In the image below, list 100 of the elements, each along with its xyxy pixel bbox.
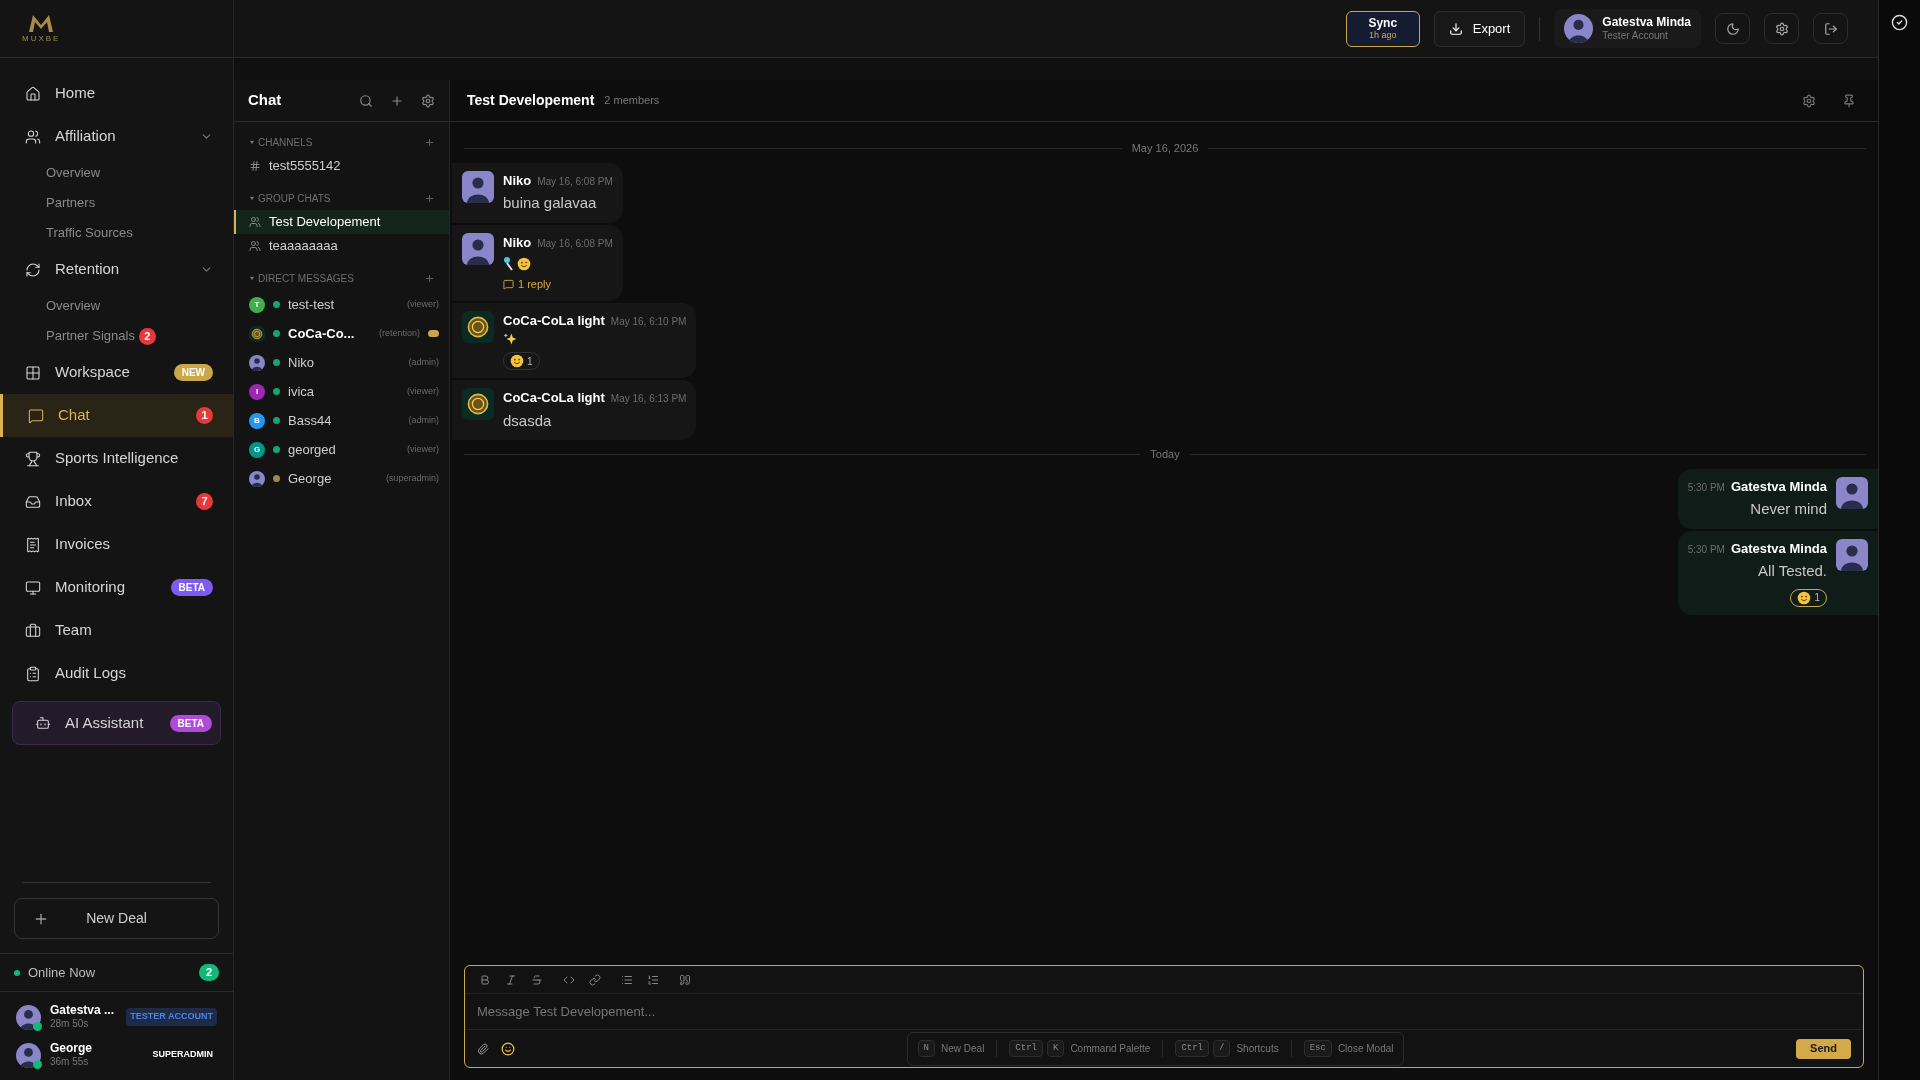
nav-item[interactable]: Team bbox=[0, 609, 233, 652]
section-title: GROUP CHATS bbox=[258, 191, 332, 206]
sync-time: 1h ago bbox=[1368, 29, 1397, 41]
avatar bbox=[16, 1004, 41, 1030]
nav-item[interactable]: Affiliation bbox=[0, 115, 233, 158]
role-label: (retention) bbox=[378, 326, 420, 340]
role-label: (viewer) bbox=[407, 297, 439, 311]
nav-item[interactable]: Invoices bbox=[0, 523, 233, 566]
plus-icon[interactable] bbox=[424, 192, 435, 204]
laughing-face-icon bbox=[510, 354, 524, 368]
plus-icon[interactable] bbox=[424, 136, 435, 148]
sync-button[interactable]: Sync 1h ago bbox=[1345, 10, 1420, 47]
link-icon[interactable] bbox=[589, 973, 601, 986]
inbox-icon bbox=[25, 493, 41, 510]
message-text: dsasda bbox=[503, 410, 552, 431]
author-name: Gatestva Minda bbox=[1730, 477, 1827, 496]
plus-icon[interactable] bbox=[424, 272, 435, 284]
letter-avatar: I bbox=[249, 383, 265, 400]
chat-list-item[interactable]: CoCa-Co... (retention) bbox=[234, 319, 449, 348]
nav-item[interactable]: Workspace NEW bbox=[0, 351, 233, 394]
conversation-title: Test Developement bbox=[467, 91, 595, 110]
chat-list-item[interactable]: T test-test (viewer) bbox=[234, 290, 449, 319]
date-divider-label: May 16, 2026 bbox=[1131, 141, 1199, 156]
author-name: CoCa-CoLa light bbox=[503, 311, 605, 330]
smile-icon[interactable] bbox=[501, 1041, 515, 1056]
settings-icon[interactable] bbox=[421, 93, 435, 108]
paperclip-icon[interactable] bbox=[477, 1042, 489, 1055]
chat-list-item[interactable]: teaaaaaaaa bbox=[234, 234, 449, 258]
nav-subitem[interactable]: Traffic Sources bbox=[46, 223, 133, 243]
nav-item[interactable]: Sports Intelligence bbox=[0, 437, 233, 480]
export-button[interactable]: Export bbox=[1433, 10, 1526, 47]
panel-title: Chat bbox=[248, 90, 283, 111]
reply-link[interactable]: 1 reply bbox=[503, 276, 552, 293]
logout-icon bbox=[1823, 21, 1838, 36]
settings-button[interactable] bbox=[1764, 13, 1799, 44]
key-cap: N bbox=[917, 1039, 935, 1058]
nav-subitem[interactable]: Overview bbox=[46, 163, 101, 183]
user-menu[interactable]: Gatestva Minda Tester Account bbox=[1554, 9, 1701, 48]
nav-subitem[interactable]: Overview bbox=[46, 296, 101, 316]
users-icon bbox=[249, 216, 261, 228]
chat-list-item[interactable]: George (superadmin) bbox=[234, 464, 449, 493]
shortcut-label: New Deal bbox=[941, 1042, 985, 1056]
quote-icon[interactable] bbox=[679, 973, 691, 986]
chat-list-item[interactable]: I ivica (viewer) bbox=[234, 377, 449, 406]
nav-item[interactable]: Inbox 7 bbox=[0, 480, 233, 523]
chat-list-item[interactable]: Test Developement bbox=[234, 210, 449, 234]
nav-item[interactable]: Monitoring BETA bbox=[0, 566, 233, 609]
nav-item[interactable]: Retention bbox=[0, 248, 233, 291]
robot-icon bbox=[35, 715, 51, 731]
pin-icon[interactable] bbox=[1842, 93, 1856, 108]
ai-assistant-button[interactable]: AI Assistant BETA bbox=[12, 701, 221, 745]
theme-button[interactable] bbox=[1715, 13, 1750, 44]
logout-button[interactable] bbox=[1813, 13, 1848, 44]
briefcase-icon bbox=[25, 622, 41, 639]
refresh-icon bbox=[25, 261, 41, 278]
settings-icon[interactable] bbox=[1802, 93, 1816, 108]
message-time: May 16, 6:08 PM bbox=[537, 236, 613, 251]
check-circle-icon[interactable] bbox=[1891, 14, 1908, 31]
nav-item[interactable]: Chat 1 bbox=[0, 394, 233, 437]
author-name: CoCa-CoLa light bbox=[503, 389, 605, 407]
message-text: buina galavaa bbox=[503, 193, 597, 213]
role-label: SUPERADMIN bbox=[151, 1048, 214, 1062]
key-cap: K bbox=[1046, 1039, 1065, 1058]
nav-item[interactable]: Audit Logs bbox=[0, 652, 233, 695]
numbered-list-icon[interactable] bbox=[647, 973, 659, 986]
shortcut-label: Close Modal bbox=[1337, 1042, 1394, 1056]
chat-list-item[interactable]: B Bass44 (admin) bbox=[234, 406, 449, 435]
author-name: Niko bbox=[503, 171, 532, 190]
list-icon[interactable] bbox=[621, 973, 633, 986]
chat-list-item[interactable]: G georged (viewer) bbox=[234, 435, 449, 464]
download-icon bbox=[1448, 21, 1463, 36]
message-composer[interactable]: Message Test Developement... N New Deal Ctrl K Command Palette Ctrl / Shortcuts Esc Close Modal Send bbox=[464, 965, 1864, 1068]
user-role: Tester Account bbox=[1602, 28, 1669, 42]
nav-item[interactable]: Home bbox=[0, 72, 233, 115]
message-input[interactable]: Message Test Developement... bbox=[465, 994, 1863, 1030]
bold-icon[interactable] bbox=[479, 973, 491, 986]
moon-icon bbox=[1725, 21, 1740, 36]
chat-bubble-icon bbox=[503, 278, 514, 290]
caret-icon bbox=[250, 276, 254, 280]
role-label: (admin) bbox=[408, 355, 439, 369]
new-deal-button[interactable]: New Deal bbox=[14, 898, 219, 939]
monitor-icon bbox=[25, 579, 41, 596]
plus-icon[interactable] bbox=[390, 93, 404, 108]
chat-list-item[interactable]: Niko (admin) bbox=[234, 348, 449, 377]
avatar bbox=[16, 1042, 41, 1068]
search-icon[interactable] bbox=[359, 93, 373, 108]
role-label: (superadmin) bbox=[385, 471, 439, 485]
italic-icon[interactable] bbox=[505, 973, 517, 986]
home-icon bbox=[25, 85, 41, 102]
message-text: Never mind bbox=[1750, 499, 1827, 519]
nav-subitem[interactable]: Partners bbox=[46, 193, 96, 213]
online-title: Online Now bbox=[28, 963, 97, 982]
section-title: CHANNELS bbox=[258, 135, 314, 150]
shortcut-label: Command Palette bbox=[1070, 1042, 1151, 1056]
nav-subitem[interactable]: Partner Signals bbox=[46, 326, 135, 346]
role-label: TESTER ACCOUNT bbox=[126, 1008, 217, 1026]
send-button[interactable]: Send bbox=[1796, 1038, 1851, 1059]
chat-list-item[interactable]: test5555142 bbox=[234, 154, 449, 178]
tag-label: NEW bbox=[173, 364, 213, 381]
strikethrough-icon[interactable] bbox=[531, 973, 543, 986]
